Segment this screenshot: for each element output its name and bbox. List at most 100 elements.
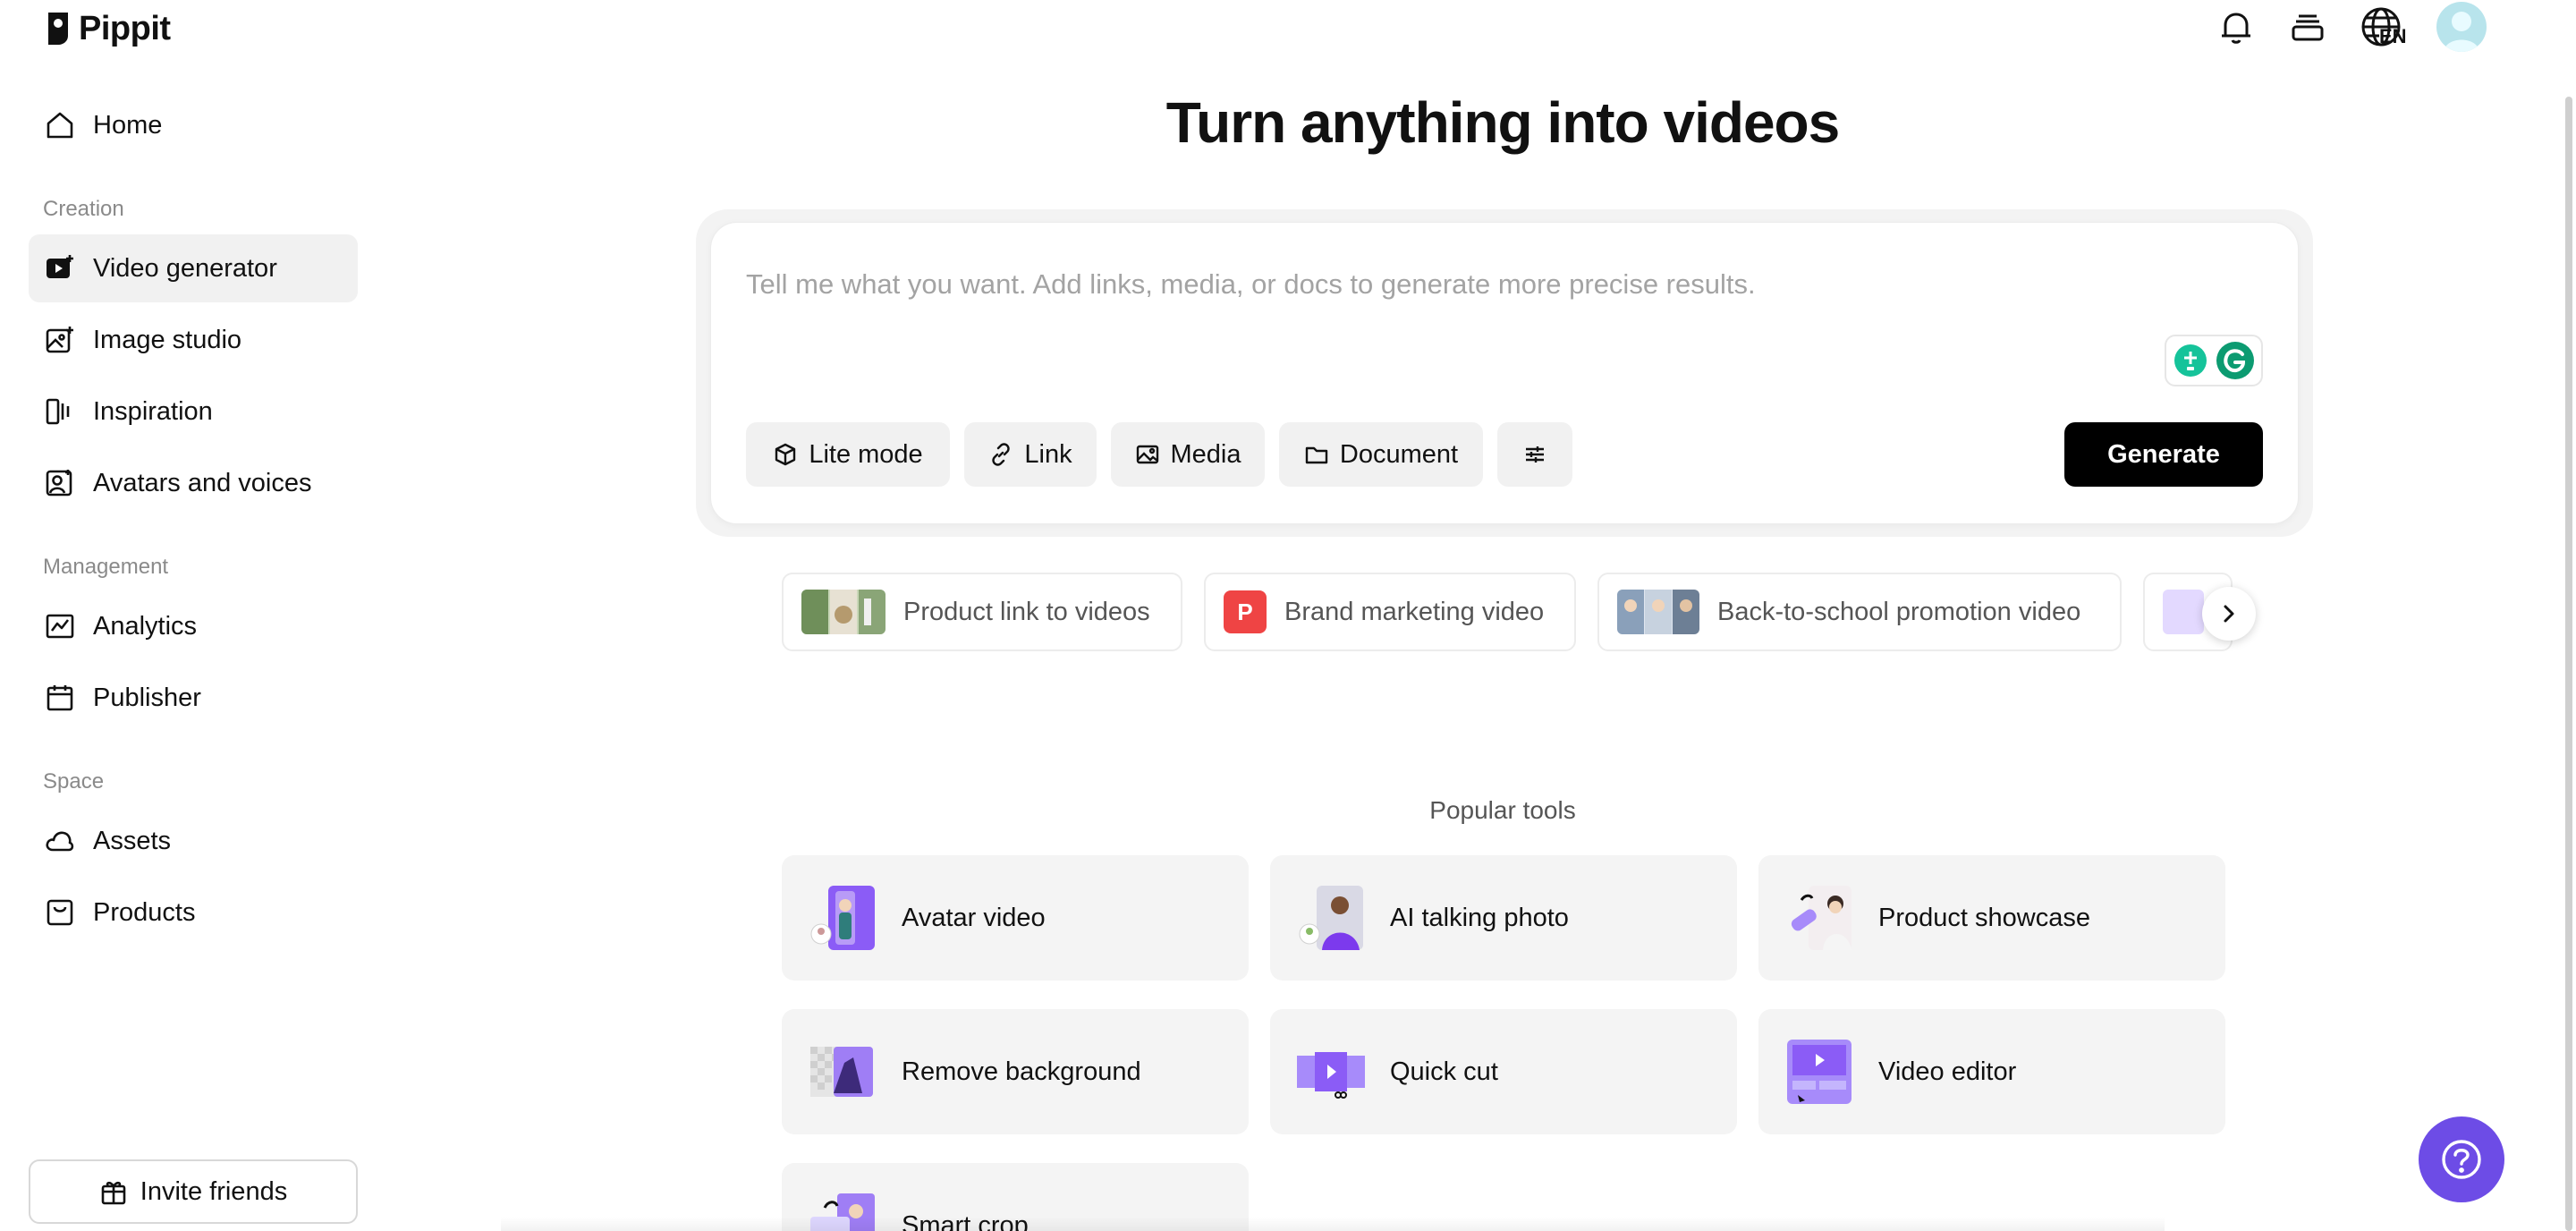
- folder-icon: [1305, 446, 1328, 464]
- user-avatar-icon: [2444, 12, 2479, 52]
- avatar-voice-icon: [45, 468, 75, 498]
- logo[interactable]: Pippit: [45, 7, 171, 50]
- page-title: Turn anything into videos: [1165, 90, 1840, 155]
- chevron-right-icon: [2224, 605, 2234, 623]
- tool-label: Quick cut: [1390, 1057, 1498, 1086]
- template-thumbnail: [2163, 590, 2204, 634]
- video-plus-icon: [45, 253, 75, 284]
- writing-assistant-widget[interactable]: [2165, 335, 2263, 386]
- tool-label: Remove background: [902, 1057, 1141, 1086]
- sidebar-item-label: Assets: [93, 826, 172, 855]
- user-avatar[interactable]: [2436, 2, 2487, 52]
- chip-label: Media: [1170, 439, 1241, 469]
- question-icon: [2442, 1140, 2481, 1179]
- inspiration-icon: [45, 396, 75, 427]
- subscription-button[interactable]: [2284, 4, 2331, 50]
- tool-label: Video editor: [1878, 1057, 2017, 1086]
- sidebar-item-label: Image studio: [93, 325, 242, 354]
- sidebar-item-publisher[interactable]: Publisher: [29, 664, 358, 732]
- shopping-bag-icon: [45, 897, 75, 928]
- sidebar-item-label: Inspiration: [93, 396, 213, 426]
- template-thumbnail: [801, 590, 886, 634]
- document-button[interactable]: Document: [1279, 422, 1483, 487]
- sidebar-item-inspiration[interactable]: Inspiration: [29, 378, 358, 446]
- section-label-creation: Creation: [43, 197, 124, 221]
- scroll-fade: [501, 1217, 2165, 1231]
- cloud-icon: [45, 826, 75, 856]
- image-icon: [1136, 445, 1158, 464]
- tool-remove-background[interactable]: Remove background: [782, 1009, 1249, 1134]
- chip-label: Document: [1339, 439, 1459, 469]
- calendar-icon: [45, 683, 75, 713]
- template-badge: P: [1224, 590, 1267, 633]
- link-icon: [992, 443, 1011, 466]
- template-back-to-school-promotion-video[interactable]: Back-to-school promotion video: [1597, 573, 2122, 651]
- media-button[interactable]: Media: [1111, 422, 1265, 487]
- sidebar-item-label: Analytics: [93, 611, 198, 641]
- tool-label: Avatar video: [902, 903, 1046, 932]
- template-thumbnail: [1617, 590, 1699, 634]
- carousel-next-button[interactable]: [2202, 587, 2256, 641]
- tool-label: Product showcase: [1878, 903, 2090, 932]
- avatar-video-thumbnail: [807, 882, 878, 954]
- image-plus-icon: [45, 325, 75, 355]
- template-label: Brand marketing video: [1284, 597, 1545, 626]
- lite-mode-button[interactable]: Lite mode: [746, 422, 950, 487]
- sidebar-item-home[interactable]: Home: [29, 91, 358, 159]
- section-label-management: Management: [43, 555, 169, 579]
- sidebar-item-label: Avatars and voices: [93, 468, 312, 497]
- language-label: EN: [2379, 25, 2407, 47]
- cube-icon: [775, 443, 796, 466]
- bulb-icon: [2174, 344, 2207, 377]
- template-brand-marketing-video[interactable]: P Brand marketing video: [1204, 573, 1576, 651]
- sidebar-item-assets[interactable]: Assets: [29, 807, 358, 875]
- sidebar-item-products[interactable]: Products: [29, 879, 358, 947]
- video-editor-thumbnail: [1784, 1036, 1855, 1108]
- template-label: Back-to-school promotion video: [1717, 597, 2081, 626]
- sidebar-item-label: Video generator: [93, 253, 277, 283]
- popular-tools-label: Popular tools: [1429, 796, 1576, 824]
- tool-avatar-video[interactable]: Avatar video: [782, 855, 1249, 981]
- sidebar-item-analytics[interactable]: Analytics: [29, 592, 358, 660]
- tool-quick-cut[interactable]: Quick cut: [1270, 1009, 1737, 1134]
- help-button[interactable]: [2419, 1116, 2504, 1202]
- invite-friends-label: Invite friends: [140, 1176, 288, 1206]
- remove-background-thumbnail: [807, 1036, 878, 1108]
- home-icon: [45, 110, 75, 140]
- page-scrollbar[interactable]: [2565, 97, 2572, 1231]
- sidebar: Pippit Home Creation Video generator Ima…: [0, 0, 376, 1231]
- generate-button[interactable]: Generate: [2064, 422, 2263, 487]
- ai-talking-photo-thumbnail: [1295, 882, 1367, 954]
- sidebar-item-avatars-and-voices[interactable]: Avatars and voices: [29, 449, 358, 517]
- gift-icon: [101, 1181, 126, 1205]
- chip-label: Lite mode: [809, 439, 923, 469]
- app-name: Pippit: [79, 9, 171, 47]
- tool-ai-talking-photo[interactable]: AI talking photo: [1270, 855, 1737, 981]
- sliders-icon: [1526, 446, 1544, 463]
- analytics-icon: [45, 611, 75, 641]
- notifications-button[interactable]: [2213, 4, 2259, 50]
- grammarly-icon: [2216, 342, 2254, 379]
- sidebar-item-image-studio[interactable]: Image studio: [29, 306, 358, 374]
- stack-card-icon: [2292, 14, 2324, 41]
- invite-friends-button[interactable]: Invite friends: [29, 1159, 358, 1224]
- template-label: Product link to videos: [903, 597, 1150, 626]
- section-label-space: Space: [43, 769, 105, 794]
- prompt-input[interactable]: Tell me what you want. Add links, media,…: [746, 268, 1756, 301]
- bell-icon: [2222, 13, 2250, 44]
- sidebar-item-label: Home: [93, 110, 163, 140]
- quick-cut-thumbnail: [1295, 1036, 1367, 1108]
- template-product-link-to-videos[interactable]: Product link to videos: [782, 573, 1182, 651]
- sidebar-item-label: Products: [93, 897, 196, 927]
- product-showcase-thumbnail: [1784, 882, 1855, 954]
- app-root: Pippit Home Creation Video generator Ima…: [0, 0, 2576, 1231]
- sidebar-item-label: Publisher: [93, 683, 201, 712]
- sidebar-item-video-generator[interactable]: Video generator: [29, 234, 358, 302]
- settings-sliders-button[interactable]: [1497, 422, 1572, 487]
- link-button[interactable]: Link: [964, 422, 1097, 487]
- tool-label: AI talking photo: [1390, 903, 1569, 932]
- tool-video-editor[interactable]: Video editor: [1758, 1009, 2225, 1134]
- chip-label: Link: [1024, 439, 1072, 469]
- tool-product-showcase[interactable]: Product showcase: [1758, 855, 2225, 981]
- pippit-logo-icon: [48, 13, 68, 45]
